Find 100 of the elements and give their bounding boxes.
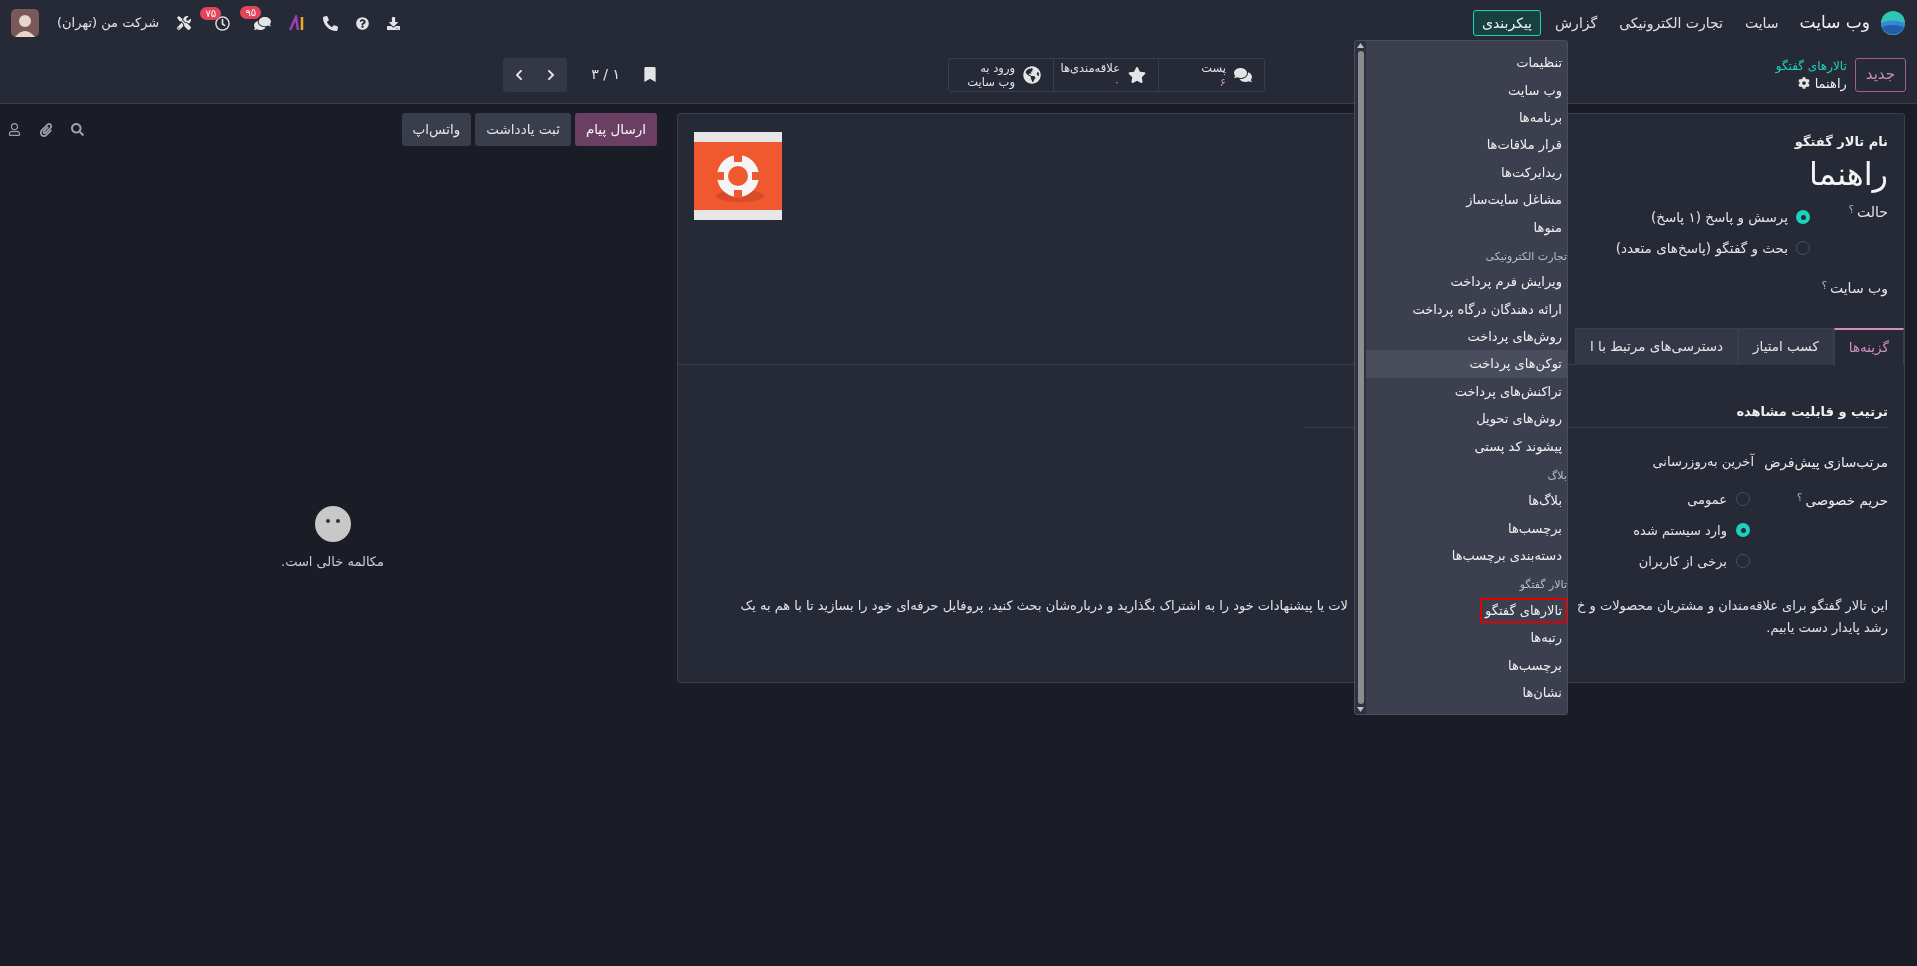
scrollbar[interactable]: [1355, 41, 1366, 714]
menu-item[interactable]: منوها: [1366, 213, 1567, 241]
radio-label[interactable]: برخی از کاربران: [1638, 551, 1727, 571]
menu-item[interactable]: وب سایت: [1366, 76, 1567, 104]
field-label: مرتب‌سازی پیش‌فرض: [1763, 452, 1888, 472]
field-label: حالت: [1857, 202, 1888, 222]
menu-item-label: قرار ملاقات‌ها: [1485, 136, 1563, 155]
star-icon: [1128, 65, 1146, 84]
menu-item[interactable]: روش‌های تحویل: [1366, 405, 1567, 433]
chat-icon[interactable]: [254, 14, 272, 32]
menu-item-label: برچسب‌ها: [1507, 519, 1563, 538]
radio-button[interactable]: [1736, 554, 1750, 569]
empty-face-icon: [314, 506, 351, 542]
radio-button[interactable]: [1796, 210, 1810, 224]
menu-tab[interactable]: سایت: [1736, 10, 1787, 36]
field-label: نام تالار گفتگو: [1794, 133, 1888, 152]
menu-item[interactable]: تنظیمات: [1366, 49, 1567, 77]
field-value[interactable]: آخرین به‌روزرسانی: [1652, 451, 1754, 472]
menu-item[interactable]: بلاگ‌ها: [1366, 487, 1567, 515]
avatar[interactable]: [11, 9, 39, 37]
menu-item-label: مشاغل سایت‌ساز: [1464, 191, 1563, 210]
company-name[interactable]: شرکت من (تهران): [57, 13, 160, 33]
stat-button[interactable]: علاقه‌مندی‌ها ۰: [1054, 58, 1159, 91]
form-tab[interactable]: کسب امتیاز: [1738, 327, 1834, 365]
form-tab[interactable]: گزینه‌ها: [1833, 327, 1904, 365]
menu-item[interactable]: دسته‌بندی برچسب‌ها: [1366, 542, 1567, 570]
scroll-up-icon[interactable]: [1357, 43, 1364, 48]
menu-item[interactable]: مشاغل سایت‌ساز: [1366, 185, 1567, 214]
empty-message: مکالمه خالی است.: [281, 553, 384, 571]
paperclip-icon[interactable]: [39, 122, 53, 137]
radio-button[interactable]: [1796, 241, 1810, 255]
menu-item[interactable]: تراکنش‌های پرداخت: [1366, 377, 1567, 406]
menu-item-label: نشان‌ها: [1521, 684, 1563, 703]
radio-label[interactable]: وارد سیستم شده: [1633, 520, 1727, 540]
chatter-button[interactable]: واتس‌اپ: [401, 113, 472, 146]
menu-item-label: روش‌های پرداخت: [1466, 328, 1563, 347]
stat-button[interactable]: پست ۶: [1159, 58, 1264, 91]
phone-icon[interactable]: [323, 15, 339, 31]
form-tab[interactable]: دسترسی‌های مرتبط با ا: [1575, 327, 1739, 365]
menu-item[interactable]: ارائه دهندگان درگاه پرداخت: [1366, 295, 1567, 323]
menu-section-header: تجارت الکترونیکی: [1485, 248, 1567, 265]
menu-item[interactable]: نشان‌ها: [1366, 679, 1567, 707]
app-logo-icon[interactable]: [1880, 10, 1906, 36]
pager-value[interactable]: ۱ / ۳: [581, 64, 630, 85]
download-icon[interactable]: [387, 16, 401, 30]
settings-icon[interactable]: [1797, 77, 1810, 89]
radio-label[interactable]: بحث و گفتگو (پاسخ‌های متعدد): [1615, 237, 1788, 259]
menu-item[interactable]: برچسب‌ها: [1366, 514, 1567, 543]
help-mark[interactable]: ؟: [1821, 277, 1827, 299]
menu-item-label: رتبه‌ها: [1529, 629, 1563, 648]
tools-icon[interactable]: [177, 16, 192, 30]
menu-item-label: روش‌های تحویل: [1475, 410, 1563, 429]
menu-item[interactable]: برنامه‌ها: [1366, 103, 1567, 132]
chatter-button[interactable]: ارسال پیام: [574, 113, 657, 146]
menu-item-label: دسته‌بندی برچسب‌ها: [1450, 547, 1563, 566]
menu-item[interactable]: رتبه‌ها: [1366, 624, 1567, 652]
menu-tab[interactable]: پیکربندی: [1473, 10, 1542, 36]
menu-item[interactable]: قرار ملاقات‌ها: [1366, 131, 1567, 159]
menu-item[interactable]: تالارهای گفتگو: [1366, 596, 1567, 625]
field-label: وب سایت: [1829, 278, 1888, 299]
menu-item[interactable]: ویرایش فرم پرداخت: [1366, 268, 1567, 296]
breadcrumb-link[interactable]: تالارهای گفتگو: [1775, 57, 1847, 75]
help-mark[interactable]: ؟: [1848, 201, 1855, 264]
ai-logo-icon[interactable]: [289, 15, 306, 31]
radio-button[interactable]: [1736, 492, 1750, 507]
help-icon[interactable]: [356, 16, 370, 30]
menu-item-label: برچسب‌ها: [1507, 656, 1563, 675]
menu-item[interactable]: برچسب‌ها: [1366, 651, 1567, 679]
scroll-down-icon[interactable]: [1357, 707, 1364, 712]
menu-tab[interactable]: گزارش: [1547, 10, 1606, 36]
new-button[interactable]: جدید: [1854, 57, 1906, 92]
notification-badge: ۷۵: [200, 6, 222, 20]
menu-item-label: بلاگ‌ها: [1527, 492, 1563, 511]
clock-icon[interactable]: [215, 15, 231, 31]
radio-button[interactable]: [1736, 523, 1750, 538]
radio-label[interactable]: پرسش و پاسخ (۱ پاسخ): [1650, 206, 1788, 228]
menu-item-label: توکن‌های پرداخت: [1468, 355, 1563, 374]
menu-item[interactable]: ریدایرکت‌ها: [1366, 158, 1567, 186]
menu-section-header: تالار گفتگو: [1519, 577, 1567, 594]
menu-item-label: تالارهای گفتگو: [1480, 598, 1567, 623]
search-icon[interactable]: [71, 123, 84, 136]
stat-button[interactable]: ورود به وب سایت: [949, 58, 1054, 91]
app-name[interactable]: وب سایت: [1799, 10, 1870, 36]
section-title: ترتیب و قابلیت مشاهده: [1736, 403, 1888, 419]
menu-item[interactable]: روش‌های پرداخت: [1366, 322, 1567, 351]
chatter-button[interactable]: ثبت یادداشت: [475, 113, 571, 146]
menu-item-label: تراکنش‌های پرداخت: [1453, 382, 1563, 402]
menu-item[interactable]: پیشوند کد پستی: [1366, 432, 1567, 460]
menu-item-label: برنامه‌ها: [1517, 108, 1563, 127]
bookmark-icon[interactable]: [644, 67, 656, 82]
field-label: حریم خصوصی: [1805, 490, 1888, 511]
menu-tab[interactable]: تجارت الکترونیکی: [1611, 10, 1731, 36]
description-text: رشد پایدار دست یابیم.: [1766, 618, 1888, 638]
help-mark[interactable]: ؟: [1797, 489, 1803, 577]
followers-icon[interactable]: [8, 123, 21, 136]
record-title[interactable]: راهنما: [1808, 151, 1888, 196]
menu-item[interactable]: توکن‌های پرداخت: [1366, 350, 1567, 378]
radio-label[interactable]: عمومی: [1687, 489, 1727, 509]
globe-icon: [1023, 65, 1041, 84]
notification-badge: ۹۵: [240, 5, 262, 19]
